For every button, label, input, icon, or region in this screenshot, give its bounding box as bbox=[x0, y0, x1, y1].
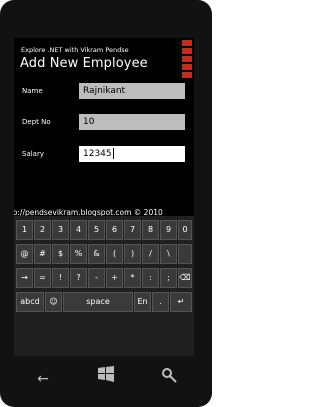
back-arrow-icon: ← bbox=[37, 371, 49, 387]
key-question[interactable]: ? bbox=[70, 268, 87, 288]
key-left-paren[interactable]: ( bbox=[106, 244, 123, 264]
data-icon bbox=[182, 48, 192, 54]
key-6[interactable]: 6 bbox=[106, 220, 123, 240]
wifi-icon bbox=[182, 56, 192, 62]
keyboard: 1 2 3 4 5 6 7 8 9 0 @ # $ % & ( ) / \ → … bbox=[14, 216, 194, 356]
dept-input[interactable]: 10 bbox=[79, 114, 185, 130]
key-7[interactable]: 7 bbox=[124, 220, 141, 240]
start-button[interactable] bbox=[91, 364, 121, 394]
clock-icon bbox=[182, 72, 192, 78]
name-input[interactable]: Rajnikant bbox=[79, 83, 185, 99]
key-8[interactable]: 8 bbox=[142, 220, 159, 240]
key-slash[interactable]: / bbox=[142, 244, 159, 264]
salary-input[interactable]: 12345 bbox=[79, 146, 185, 162]
key-2[interactable]: 2 bbox=[34, 220, 51, 240]
key-9[interactable]: 9 bbox=[160, 220, 177, 240]
phone-screen: Explore .NET with Vikram Pendse Add New … bbox=[14, 38, 194, 356]
battery-icon bbox=[182, 64, 192, 70]
space-key[interactable]: space bbox=[63, 292, 133, 312]
enter-key[interactable]: ↵ bbox=[170, 292, 192, 312]
text-caret bbox=[112, 148, 114, 159]
emoticon-key[interactable]: ☺ bbox=[45, 292, 62, 312]
key-at[interactable]: @ bbox=[16, 244, 33, 264]
key-plus[interactable]: + bbox=[106, 268, 123, 288]
dept-label: Dept No bbox=[22, 118, 51, 126]
key-shift[interactable]: → bbox=[16, 268, 33, 288]
hardware-nav-bar: ← bbox=[0, 356, 212, 407]
key-4[interactable]: 4 bbox=[70, 220, 87, 240]
key-exclamation[interactable]: ! bbox=[52, 268, 69, 288]
app-title: Explore .NET with Vikram Pendse bbox=[21, 46, 129, 54]
key-ampersand[interactable]: & bbox=[88, 244, 105, 264]
salary-label: Salary bbox=[22, 150, 44, 158]
language-key[interactable]: En bbox=[134, 292, 151, 312]
search-button[interactable] bbox=[154, 364, 184, 394]
name-label: Name bbox=[22, 87, 43, 95]
backspace-key[interactable]: ⌫ bbox=[178, 268, 192, 288]
key-percent[interactable]: % bbox=[70, 244, 87, 264]
key-1[interactable]: 1 bbox=[16, 220, 33, 240]
dept-value: 10 bbox=[83, 117, 95, 127]
key-equals[interactable]: = bbox=[34, 268, 51, 288]
key-dollar[interactable]: $ bbox=[52, 244, 69, 264]
key-backslash[interactable]: \ bbox=[160, 244, 177, 264]
key-asterisk[interactable]: * bbox=[124, 268, 141, 288]
key-0[interactable]: 0 bbox=[178, 220, 192, 240]
key-blank[interactable] bbox=[178, 244, 192, 264]
name-value: Rajnikant bbox=[83, 86, 126, 96]
alpha-mode-key[interactable]: abcd bbox=[16, 292, 44, 312]
salary-value: 12345 bbox=[83, 149, 112, 159]
key-5[interactable]: 5 bbox=[88, 220, 105, 240]
key-colon[interactable]: : bbox=[142, 268, 159, 288]
key-3[interactable]: 3 bbox=[52, 220, 69, 240]
status-bar bbox=[14, 38, 194, 78]
key-hash[interactable]: # bbox=[34, 244, 51, 264]
key-semicolon[interactable]: ; bbox=[160, 268, 177, 288]
page-title: Add New Employee bbox=[20, 56, 148, 71]
phone-frame: Explore .NET with Vikram Pendse Add New … bbox=[0, 0, 212, 407]
windows-logo-icon bbox=[98, 366, 114, 382]
period-key[interactable]: . bbox=[152, 292, 169, 312]
key-right-paren[interactable]: ) bbox=[124, 244, 141, 264]
signal-icon bbox=[182, 40, 192, 46]
search-icon bbox=[162, 368, 177, 383]
back-button[interactable]: ← bbox=[28, 364, 58, 394]
key-minus[interactable]: - bbox=[88, 268, 105, 288]
